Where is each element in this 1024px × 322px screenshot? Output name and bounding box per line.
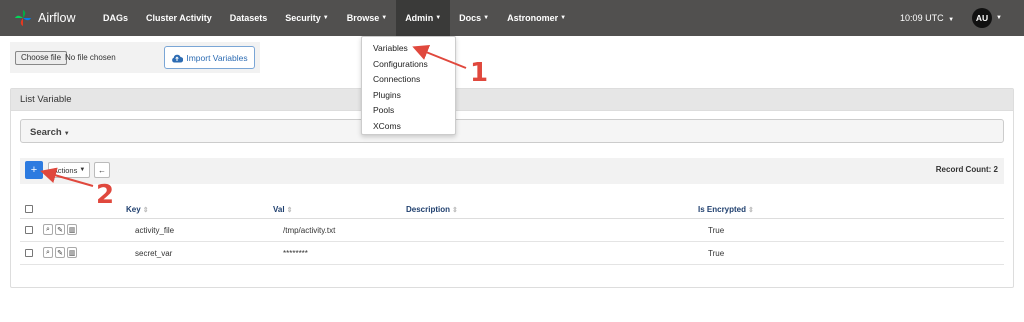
annotation-arrow-2 [40,167,94,187]
annotation-number-1: 1 [470,58,489,88]
annotation-arrow-1 [412,45,467,69]
annotation-overlay [40,45,467,187]
annotation-number-2: 2 [96,180,115,210]
